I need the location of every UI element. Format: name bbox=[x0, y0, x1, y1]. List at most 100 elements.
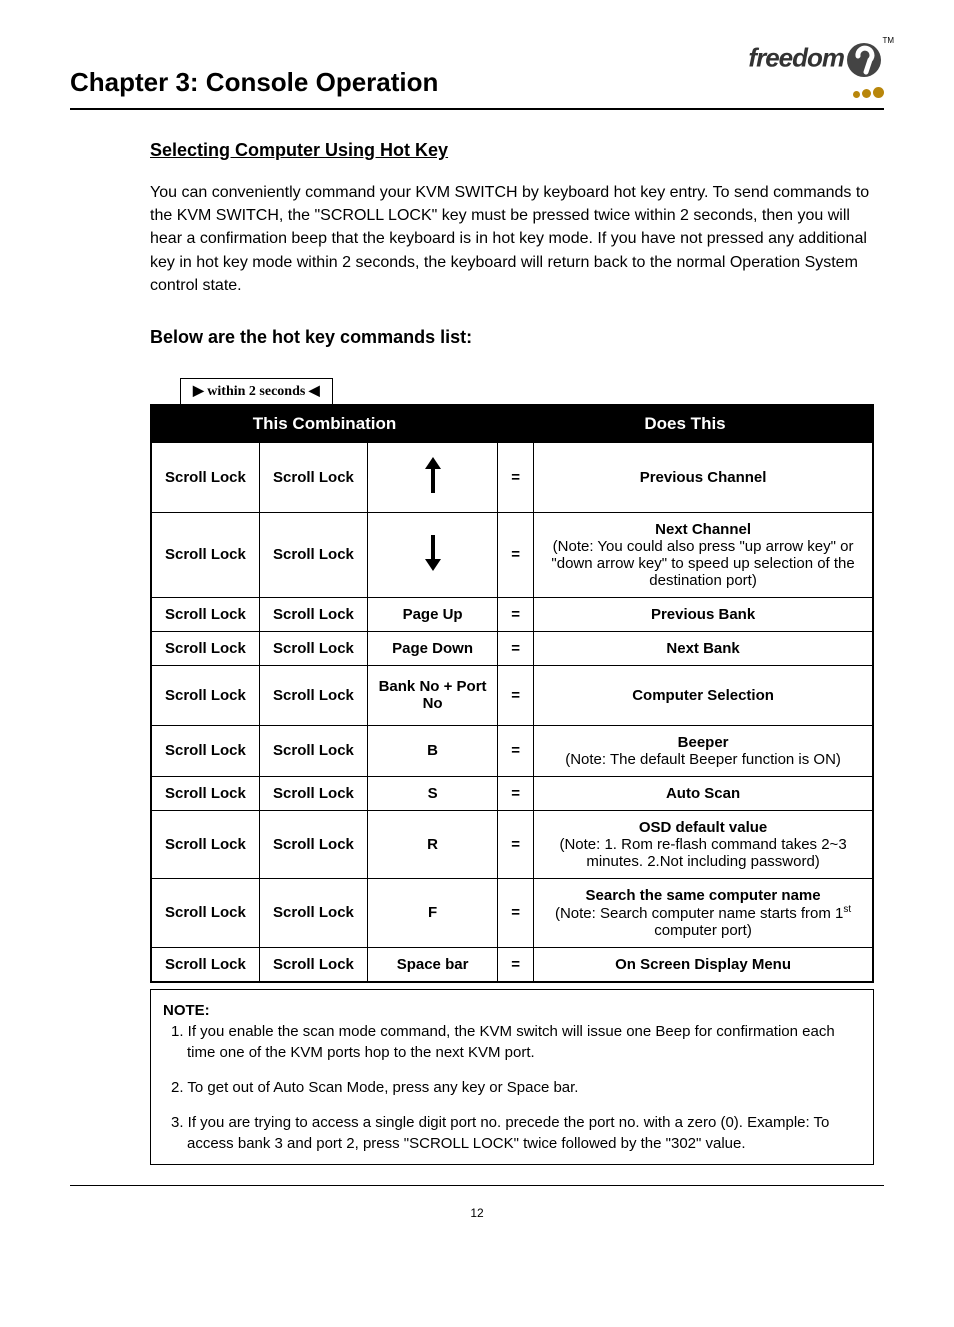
note-item: 2. To get out of Auto Scan Mode, press a… bbox=[171, 1077, 861, 1098]
does-title: Next Bank bbox=[540, 640, 866, 657]
cell-key1: Scroll Lock bbox=[151, 810, 259, 878]
intro-paragraph: You can conveniently command your KVM SW… bbox=[150, 181, 874, 297]
cell-key1: Scroll Lock bbox=[151, 725, 259, 776]
triangle-right-icon: ▶ bbox=[193, 384, 204, 399]
cell-equals: = bbox=[498, 597, 534, 631]
does-title: OSD default value bbox=[540, 819, 866, 836]
hotkey-table: This Combination Does This Scroll LockSc… bbox=[150, 404, 874, 983]
note-item: 1. If you enable the scan mode command, … bbox=[171, 1021, 861, 1063]
table-row: Scroll LockScroll LockPage Up=Previous B… bbox=[151, 597, 873, 631]
cell-key2: Scroll Lock bbox=[259, 442, 367, 512]
cell-key2: Scroll Lock bbox=[259, 776, 367, 810]
table-row: Scroll LockScroll LockF=Search the same … bbox=[151, 878, 873, 947]
table-row: Scroll LockScroll Lock=Next Channel(Note… bbox=[151, 512, 873, 597]
does-title: Previous Channel bbox=[540, 469, 866, 486]
table-row: Scroll LockScroll LockS=Auto Scan bbox=[151, 776, 873, 810]
cell-key1: Scroll Lock bbox=[151, 776, 259, 810]
cell-key3 bbox=[368, 512, 498, 597]
cell-does: Next Bank bbox=[534, 631, 873, 665]
does-title: Auto Scan bbox=[540, 785, 866, 802]
arrow-up-icon bbox=[423, 455, 443, 495]
cell-equals: = bbox=[498, 810, 534, 878]
cell-does: Search the same computer name(Note: Sear… bbox=[534, 878, 873, 947]
cell-equals: = bbox=[498, 878, 534, 947]
cell-equals: = bbox=[498, 442, 534, 512]
cell-does: Previous Bank bbox=[534, 597, 873, 631]
cell-key2: Scroll Lock bbox=[259, 878, 367, 947]
cell-key3: R bbox=[368, 810, 498, 878]
table-header-does: Does This bbox=[498, 405, 873, 443]
sub-title: Below are the hot key commands list: bbox=[150, 327, 874, 348]
cell-key1: Scroll Lock bbox=[151, 878, 259, 947]
cell-key2: Scroll Lock bbox=[259, 810, 367, 878]
cell-key3: Space bar bbox=[368, 947, 498, 982]
notes-box: NOTE: 1. If you enable the scan mode com… bbox=[150, 989, 874, 1165]
cell-equals: = bbox=[498, 776, 534, 810]
logo-nine-icon bbox=[844, 40, 884, 80]
table-row: Scroll LockScroll Lock = Previous Channel bbox=[151, 442, 873, 512]
cell-equals: = bbox=[498, 947, 534, 982]
cell-key1: Scroll Lock bbox=[151, 442, 259, 512]
table-row: Scroll LockScroll LockR=OSD default valu… bbox=[151, 810, 873, 878]
cell-key3: Page Up bbox=[368, 597, 498, 631]
does-note: (Note: Search computer name starts from … bbox=[540, 904, 866, 939]
table-row: Scroll LockScroll LockSpace bar=On Scree… bbox=[151, 947, 873, 982]
cell-key3: F bbox=[368, 878, 498, 947]
page-number: 12 bbox=[70, 1206, 884, 1220]
cell-does: Next Channel(Note: You could also press … bbox=[534, 512, 873, 597]
cell-does: OSD default value(Note: 1. Rom re-flash … bbox=[534, 810, 873, 878]
does-note: (Note: You could also press "up arrow ke… bbox=[540, 538, 866, 589]
cell-equals: = bbox=[498, 725, 534, 776]
cell-key3: S bbox=[368, 776, 498, 810]
cell-key3: Bank No + Port No bbox=[368, 665, 498, 725]
cell-key3: B bbox=[368, 725, 498, 776]
cell-key1: Scroll Lock bbox=[151, 665, 259, 725]
does-title: Next Channel bbox=[540, 521, 866, 538]
cell-equals: = bbox=[498, 631, 534, 665]
chapter-title: Chapter 3: Console Operation bbox=[70, 67, 438, 98]
cell-key1: Scroll Lock bbox=[151, 512, 259, 597]
table-row: Scroll LockScroll LockBank No + Port No=… bbox=[151, 665, 873, 725]
within-seconds-callout: ▶ within 2 seconds ◀ bbox=[180, 378, 874, 404]
cell-does: Computer Selection bbox=[534, 665, 873, 725]
does-title: Previous Bank bbox=[540, 606, 866, 623]
logo-tm: TM bbox=[882, 36, 894, 45]
cell-key3 bbox=[368, 442, 498, 512]
does-title: On Screen Display Menu bbox=[540, 956, 866, 973]
logo-dots-icon bbox=[748, 87, 884, 98]
within-label: within 2 seconds bbox=[207, 384, 305, 399]
header-divider bbox=[70, 108, 884, 110]
cell-does: Previous Channel bbox=[534, 442, 873, 512]
table-row: Scroll LockScroll LockB=Beeper(Note: The… bbox=[151, 725, 873, 776]
table-row: Scroll LockScroll LockPage Down=Next Ban… bbox=[151, 631, 873, 665]
footer-divider bbox=[70, 1185, 884, 1186]
cell-key1: Scroll Lock bbox=[151, 631, 259, 665]
cell-key3: Page Down bbox=[368, 631, 498, 665]
cell-key2: Scroll Lock bbox=[259, 631, 367, 665]
cell-key2: Scroll Lock bbox=[259, 665, 367, 725]
triangle-left-icon: ◀ bbox=[309, 384, 320, 399]
cell-does: On Screen Display Menu bbox=[534, 947, 873, 982]
does-title: Computer Selection bbox=[540, 687, 866, 704]
does-note: (Note: The default Beeper function is ON… bbox=[540, 751, 866, 768]
table-header-combination: This Combination bbox=[151, 405, 498, 443]
section-title: Selecting Computer Using Hot Key bbox=[150, 140, 874, 161]
brand-logo: freedom TM bbox=[748, 40, 884, 98]
cell-key1: Scroll Lock bbox=[151, 947, 259, 982]
note-item: 3. If you are trying to access a single … bbox=[171, 1112, 861, 1154]
cell-does: Beeper(Note: The default Beeper function… bbox=[534, 725, 873, 776]
arrow-down-icon bbox=[423, 533, 443, 573]
does-note: (Note: 1. Rom re-flash command takes 2~3… bbox=[540, 836, 866, 870]
cell-key2: Scroll Lock bbox=[259, 512, 367, 597]
cell-key2: Scroll Lock bbox=[259, 725, 367, 776]
cell-key2: Scroll Lock bbox=[259, 947, 367, 982]
cell-equals: = bbox=[498, 665, 534, 725]
cell-does: Auto Scan bbox=[534, 776, 873, 810]
logo-text: freedom bbox=[748, 43, 844, 73]
does-title: Beeper bbox=[540, 734, 866, 751]
cell-equals: = bbox=[498, 512, 534, 597]
cell-key2: Scroll Lock bbox=[259, 597, 367, 631]
does-title: Search the same computer name bbox=[540, 887, 866, 904]
notes-title: NOTE: bbox=[163, 1000, 861, 1021]
cell-key1: Scroll Lock bbox=[151, 597, 259, 631]
